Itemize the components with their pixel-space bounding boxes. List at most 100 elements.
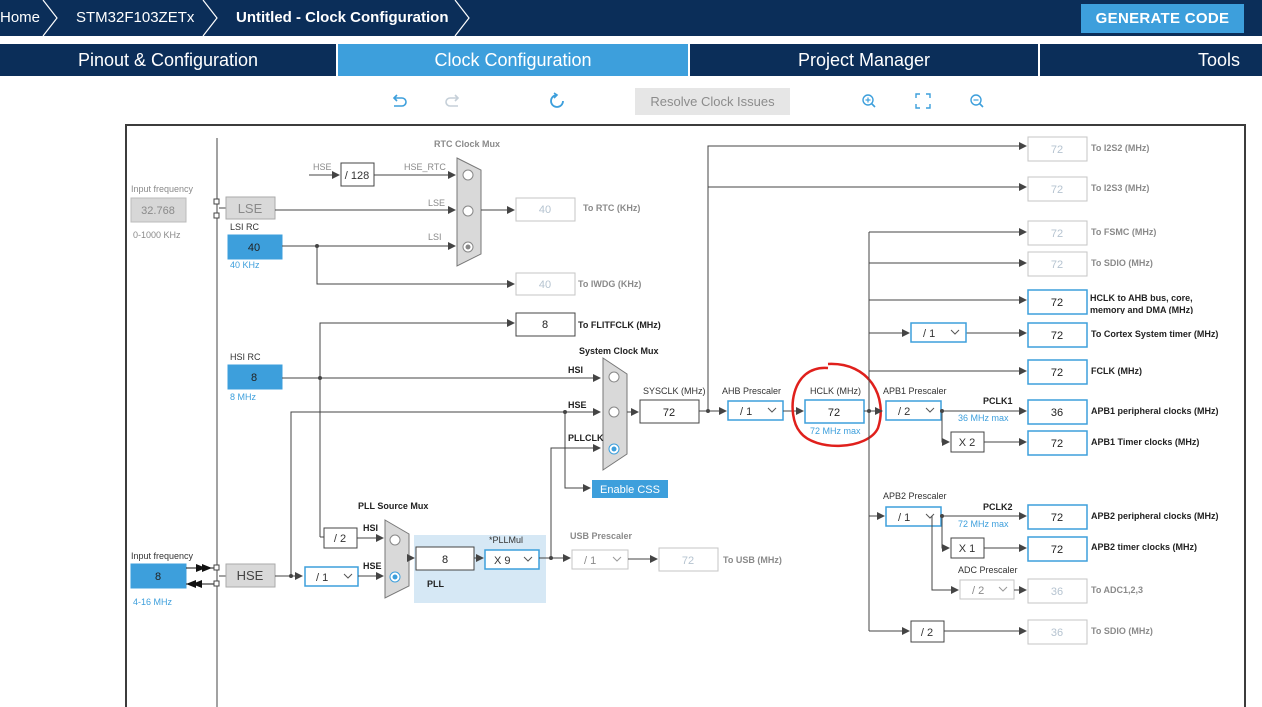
hclk-max: 72 MHz max [810,426,861,436]
pclk1-label: PCLK1 [983,396,1013,406]
hse-pin-marker [213,564,220,571]
apb2-prescaler-value: / 1 [898,512,910,524]
cortex-timer-divider-select[interactable] [910,322,967,343]
sysclk-value: 72 [663,407,675,419]
apb1-timer-multiplier-value: X 2 [959,437,976,449]
output-apb2-timer: 72 APB2 timer clocks (MHz) [1027,536,1197,562]
hclk-label: HCLK (MHz) [810,386,861,396]
hse-input-frequency-label: Input frequency [131,551,194,561]
pll-mul-value: X 9 [494,555,511,567]
lse-pin-marker [213,212,220,219]
rtc-mux-lse-label: LSE [428,198,445,208]
rtc-mux-radio-lse[interactable] [462,205,474,217]
usb-output-label: To USB (MHz) [723,555,782,565]
rtc-mux-radio-hse[interactable] [462,169,474,181]
sysmux-radio-hse[interactable] [608,406,620,418]
apb1-prescaler-label: APB1 Prescaler [883,386,947,396]
output-fclk: 72 FCLK (MHz) [1027,359,1142,385]
output-hclk-ahb: 72 HCLK to AHB bus, core, memory and DMA… [1027,289,1193,315]
svg-text:72: 72 [1051,330,1063,342]
svg-text:APB1 Timer clocks (MHz): APB1 Timer clocks (MHz) [1091,437,1199,447]
apb2-max: 72 MHz max [958,519,1009,529]
svg-text:72: 72 [1051,438,1063,450]
lse-input-frequency-value: 32.768 [141,205,175,217]
rtc-output-value: 40 [539,204,551,216]
rtc-clock-mux-title: RTC Clock Mux [434,139,500,149]
rtc-mux-lsi-label: LSI [428,232,442,242]
ahb-prescaler-select[interactable] [727,400,784,421]
cortex-timer-divider-value: / 1 [923,328,935,340]
output-fsmc: 72 To FSMC (MHz) [1027,220,1156,246]
pll-source-hse-label: HSE [363,561,382,571]
svg-text:To I2S3 (MHz): To I2S3 (MHz) [1091,183,1149,193]
flitfclk-output-label: To FLITFCLK (MHz) [578,320,661,330]
pclk2-label: PCLK2 [983,502,1013,512]
svg-text:APB1 peripheral clocks (MHz): APB1 peripheral clocks (MHz) [1091,406,1219,416]
system-clock-mux-title: System Clock Mux [579,346,659,356]
svg-text:72: 72 [1051,512,1063,524]
svg-text:72: 72 [1051,184,1063,196]
sysmux-hse-label: HSE [568,400,587,410]
apb1-prescaler-value: / 2 [898,406,910,418]
output-sdio-apb: 36 To SDIO (MHz) [1027,619,1153,645]
svg-text:72: 72 [1051,228,1063,240]
sysmux-pllclk-label: PLLCLK [568,433,604,443]
lse-label: LSE [238,201,263,216]
ahb-prescaler-label: AHB Prescaler [722,386,781,396]
sysclk-label: SYSCLK (MHz) [643,386,706,396]
svg-text:To SDIO (MHz): To SDIO (MHz) [1091,258,1153,268]
output-sdio-ahb: 72 To SDIO (MHz) [1027,251,1153,277]
svg-text:APB2 peripheral clocks (MHz): APB2 peripheral clocks (MHz) [1091,511,1219,521]
pll-mul-label: *PLLMul [489,535,523,545]
output-adc: 36 To ADC1,2,3 [1027,578,1143,604]
pll-label: PLL [427,579,445,589]
sysmux-radio-hsi[interactable] [608,371,620,383]
pll-source-mux-title: PLL Source Mux [358,501,428,511]
hse-label: HSE [237,568,264,583]
sdio-divider-value: / 2 [921,627,933,639]
usb-output-value: 72 [682,555,694,567]
hse-pin-marker [213,580,220,587]
pll-source-hsi-label: HSI [363,523,378,533]
pll-source-radio-hsi[interactable] [389,534,401,546]
apb2-prescaler-select[interactable] [885,506,942,527]
svg-text:To SDIO (MHz): To SDIO (MHz) [1091,626,1153,636]
sysmux-hsi-label: HSI [568,365,583,375]
apb1-prescaler-select[interactable] [885,400,942,421]
hse-input-range: 4-16 MHz [133,597,173,607]
apb1-max: 36 MHz max [958,413,1009,423]
pll-source-mux [384,519,410,599]
flitfclk-output-value: 8 [542,319,548,331]
svg-text:36: 36 [1051,407,1063,419]
output-apb1-timer: 72 APB1 Timer clocks (MHz) [1027,430,1199,456]
hsi-rc-value: 8 [251,372,257,384]
output-cortex-timer: 72 To Cortex System timer (MHz) [1027,322,1218,348]
svg-text:To FSMC (MHz): To FSMC (MHz) [1091,227,1156,237]
hse-prediv-value: / 1 [316,572,328,584]
svg-text:APB2 timer clocks (MHz): APB2 timer clocks (MHz) [1091,542,1197,552]
lse-pin-marker [213,198,220,205]
rtc-output-label: To RTC (KHz) [583,203,640,213]
hse-input-frequency-value: 8 [155,571,161,583]
rtc-mux-hse-rtc-label: HSE_RTC [404,162,446,172]
ahb-prescaler-value: / 1 [740,406,752,418]
enable-css-label: Enable CSS [600,484,660,496]
lse-input-range: 0-1000 KHz [133,230,181,240]
usb-prescaler-select[interactable] [571,549,629,570]
lse-input-frequency-label: Input frequency [131,184,194,194]
iwdg-output-label: To IWDG (KHz) [578,279,641,289]
adc-prescaler-select[interactable] [959,579,1015,600]
apb2-prescaler-label: APB2 Prescaler [883,491,947,501]
lsi-rc-label: LSI RC [230,222,260,232]
output-i2s2: 72 To I2S2 (MHz) [1027,136,1149,162]
svg-text:72: 72 [1051,259,1063,271]
adc-prescaler-value: / 2 [972,585,984,597]
svg-text:To ADC1,2,3: To ADC1,2,3 [1091,585,1143,595]
iwdg-output-value: 40 [539,279,551,291]
pll-input-value: 8 [442,554,448,566]
output-apb1-peripheral: 36 APB1 peripheral clocks (MHz) [1027,399,1219,425]
output-apb2-peripheral: 72 APB2 peripheral clocks (MHz) [1027,504,1219,530]
apb2-timer-multiplier-value: X 1 [959,543,976,555]
lsi-rc-frequency: 40 KHz [230,260,260,270]
rtc-mux-hse-label: HSE [313,162,332,172]
